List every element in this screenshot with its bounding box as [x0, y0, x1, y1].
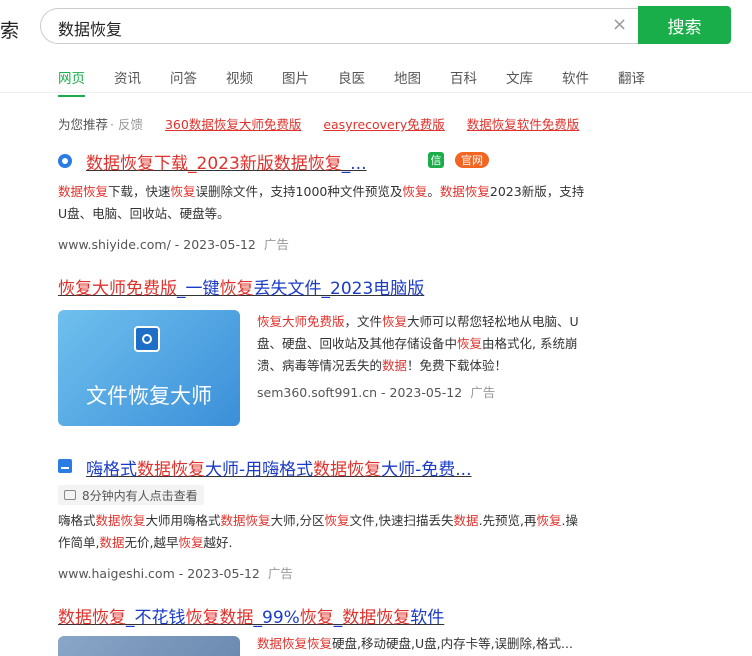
recommend-link[interactable]: easyrecovery免费版 — [323, 114, 444, 133]
official-badge[interactable]: 官网 — [455, 152, 489, 168]
result-snippet: 数据恢复恢复硬盘,移动硬盘,U盘,内存卡等,误删除,格式... — [257, 636, 573, 651]
recommend-link[interactable]: 数据恢复软件免费版 — [467, 114, 580, 133]
comment-icon — [64, 490, 76, 500]
tab-doctor[interactable]: 良医 — [338, 67, 365, 87]
recommend-label: 为您推荐 — [58, 117, 109, 132]
result-thumbnail[interactable] — [58, 636, 240, 656]
tab-wenku[interactable]: 文库 — [506, 67, 533, 87]
result-title-link[interactable]: 数据恢复_不花钱恢复数据_99%恢复_数据恢复软件 — [58, 603, 444, 628]
thumbnail-caption: 文件恢复大师 — [86, 384, 212, 408]
tab-qa[interactable]: 问答 — [170, 67, 197, 87]
result-title-link[interactable]: 嗨格式数据恢复大师-用嗨格式数据恢复大师-免费... — [86, 455, 472, 480]
recommend-bar: 为您推荐 · 反馈 360数据恢复大师免费版 easyrecovery免费版 数… — [58, 114, 579, 133]
recovery-app-icon — [134, 326, 160, 352]
result-url[interactable]: www.haigeshi.com - 2023-05-12 — [58, 566, 260, 581]
tab-bar: 网页 资讯 问答 视频 图片 良医 地图 百科 文库 软件 翻译 — [58, 67, 674, 97]
result-snippet: 数据恢复下载，快速恢复误删除文件，支持1000种文件预览及恢复。数据恢复2023… — [58, 184, 585, 221]
search-button[interactable]: 搜索 — [638, 6, 731, 44]
result-title-link[interactable]: 数据恢复下载_2023新版数据恢复_... — [86, 149, 366, 174]
search-query-text[interactable]: 数据恢复 — [58, 16, 122, 40]
result-title-link[interactable]: 恢复大师免费版_一键恢复丢失文件_2023电脑版 — [58, 274, 424, 299]
fade-overlay — [560, 630, 752, 647]
result-meta: www.haigeshi.com - 2023-05-12 广告 — [58, 563, 293, 582]
tab-translate[interactable]: 翻译 — [618, 67, 645, 87]
site-favicon-icon — [58, 459, 72, 473]
tab-map[interactable]: 地图 — [394, 67, 421, 87]
trust-badge[interactable]: 信 — [428, 152, 444, 168]
tab-baike[interactable]: 百科 — [450, 67, 477, 87]
ad-label: 广告 — [470, 385, 496, 400]
result-url[interactable]: www.shiyide.com/ - 2023-05-12 — [58, 237, 256, 252]
result-snippet: 恢复大师免费版，文件恢复大师可以帮您轻松地从电脑、U 盘、硬盘、回收站及其他存储… — [257, 314, 579, 373]
tab-news[interactable]: 资讯 — [114, 67, 141, 87]
tab-video[interactable]: 视频 — [226, 67, 253, 87]
recommend-link[interactable]: 360数据恢复大师免费版 — [165, 114, 301, 133]
result-meta: www.shiyide.com/ - 2023-05-12 广告 — [58, 234, 289, 253]
ad-label: 广告 — [267, 566, 293, 581]
tab-images[interactable]: 图片 — [282, 67, 309, 87]
result-url[interactable]: sem360.soft991.cn - 2023-05-12 — [257, 385, 462, 400]
feedback-link[interactable]: · 反馈 — [110, 114, 143, 133]
logo-char: 索 — [0, 20, 20, 42]
clear-icon[interactable]: × — [612, 14, 627, 35]
tab-web[interactable]: 网页 — [58, 67, 85, 97]
search-input[interactable] — [40, 8, 640, 44]
ad-label: 广告 — [263, 237, 289, 252]
tab-divider — [0, 92, 752, 93]
click-activity-tag: 8分钟内有人点击查看 — [58, 485, 204, 505]
tab-software[interactable]: 软件 — [562, 67, 589, 87]
site-favicon-icon — [58, 154, 72, 168]
result-snippet: 嗨格式数据恢复大师用嗨格式数据恢复大师,分区恢复文件,快速扫描丢失数据.先预览,… — [58, 513, 579, 550]
result-meta: sem360.soft991.cn - 2023-05-12 广告 — [257, 382, 495, 401]
